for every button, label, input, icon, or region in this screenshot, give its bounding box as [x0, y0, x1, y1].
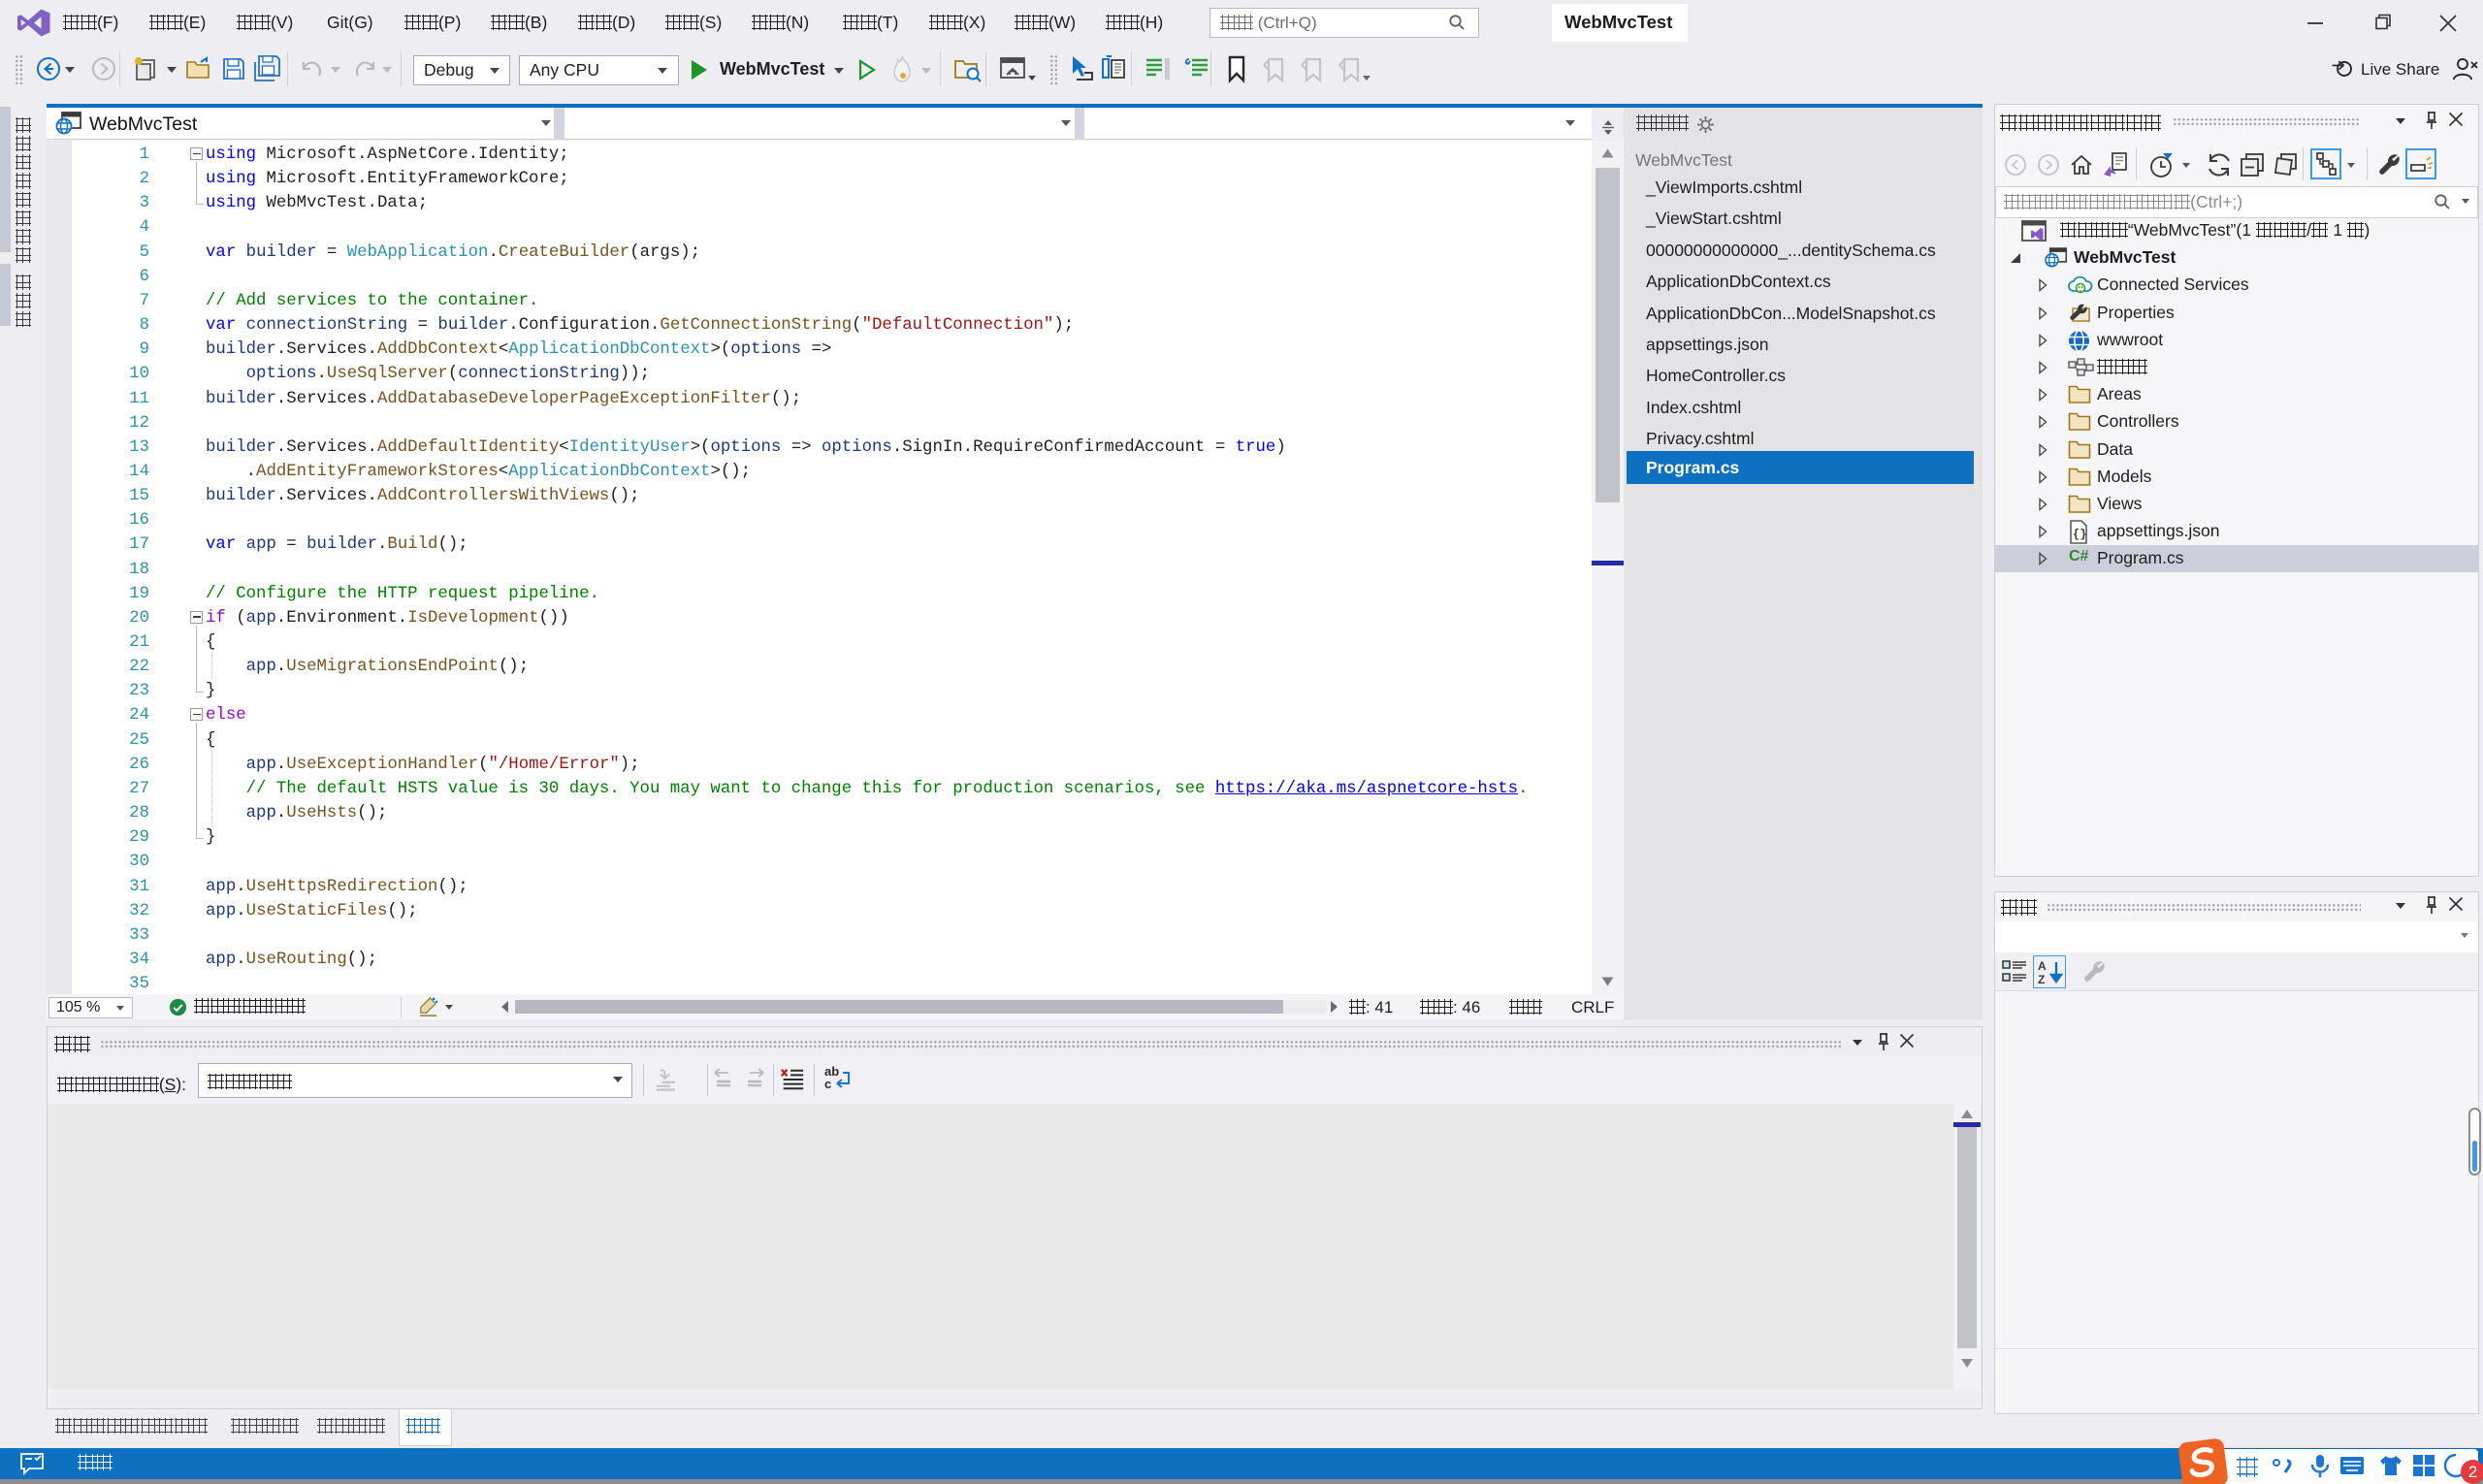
svg-text:Z: Z	[2038, 973, 2045, 986]
svg-text:{}: {}	[2073, 528, 2086, 541]
svg-text:c: c	[824, 1077, 831, 1091]
svg-text:A: A	[2038, 959, 2047, 973]
